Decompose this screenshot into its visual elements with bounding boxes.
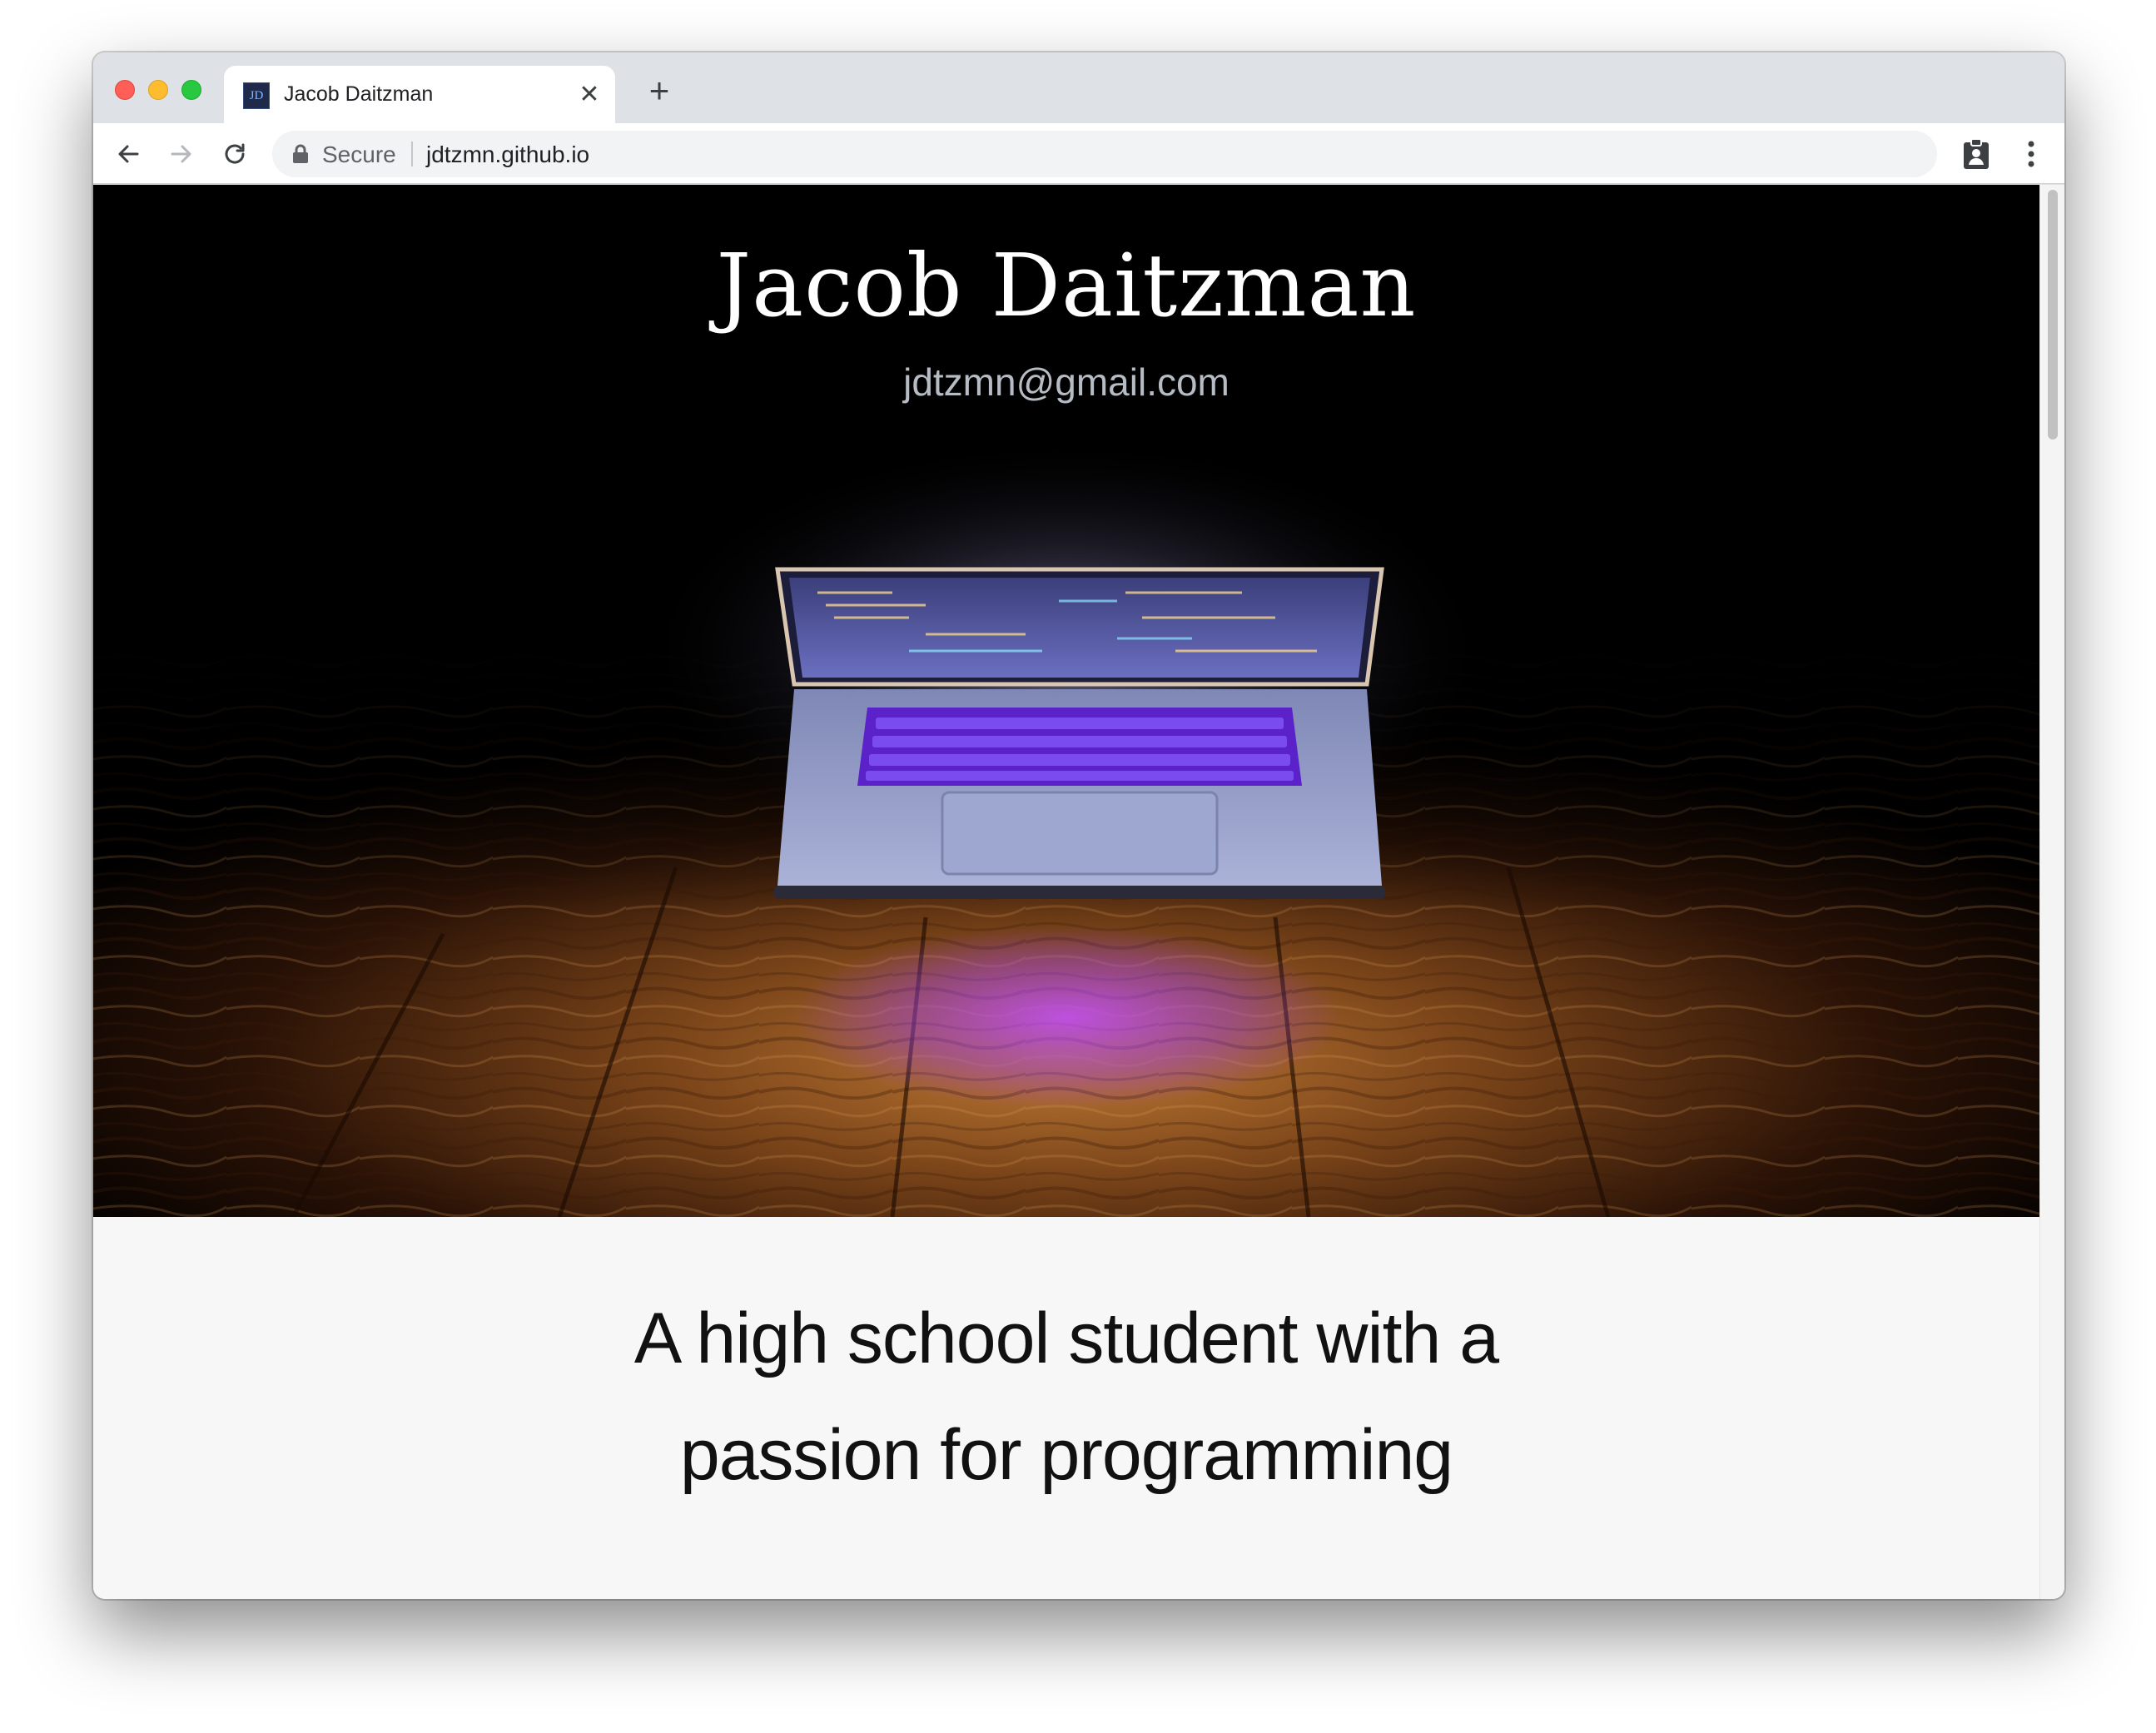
lock-icon[interactable]	[292, 144, 309, 168]
kebab-menu-icon[interactable]	[2013, 136, 2049, 172]
address-bar[interactable]: Secure jdtzmn.github.io	[272, 131, 1937, 177]
browser-toolbar: Secure jdtzmn.github.io	[93, 123, 2064, 184]
tagline-line-1: A high school student with a	[633, 1299, 1499, 1378]
browser-window: JD Jacob Daitzman ✕ + Secure jdtzmn.gith…	[93, 52, 2064, 1599]
hero-title: Jacob Daitzman	[716, 235, 1417, 336]
close-tab-icon[interactable]: ✕	[575, 80, 604, 108]
tagline: A high school student with a passion for…	[93, 1280, 2039, 1513]
extension-icon[interactable]	[1958, 136, 1995, 172]
back-arrow-icon[interactable]	[110, 136, 147, 172]
scrollbar-thumb[interactable]	[2048, 190, 2058, 439]
vertical-scrollbar[interactable]	[2039, 185, 2064, 1599]
new-tab-button[interactable]: +	[643, 71, 676, 110]
reload-icon[interactable]	[216, 136, 253, 172]
url-text[interactable]: jdtzmn.github.io	[426, 142, 589, 168]
laptop-on-wood-photo	[93, 185, 2039, 1217]
minimize-window-button[interactable]	[148, 80, 168, 100]
tab-strip: JD Jacob Daitzman ✕ +	[93, 52, 2064, 123]
page-viewport: Jacob Daitzman jdtzmn@gmail.com A high s…	[93, 185, 2064, 1599]
security-label: Secure	[322, 142, 396, 167]
hero-email-link[interactable]: jdtzmn@gmail.com	[93, 360, 2039, 405]
tab-jacob-daitzman[interactable]: JD Jacob Daitzman ✕	[224, 66, 615, 123]
address-divider	[411, 142, 413, 166]
forward-arrow-icon[interactable]	[163, 136, 200, 172]
favicon-text: JD	[249, 88, 264, 102]
close-window-button[interactable]	[115, 80, 135, 100]
hero-section: Jacob Daitzman jdtzmn@gmail.com	[93, 185, 2039, 1217]
maximize-window-button[interactable]	[181, 80, 201, 100]
tab-title: Jacob Daitzman	[284, 82, 434, 106]
tagline-line-2: passion for programming	[679, 1415, 1453, 1495]
favicon-icon: JD	[243, 82, 270, 109]
